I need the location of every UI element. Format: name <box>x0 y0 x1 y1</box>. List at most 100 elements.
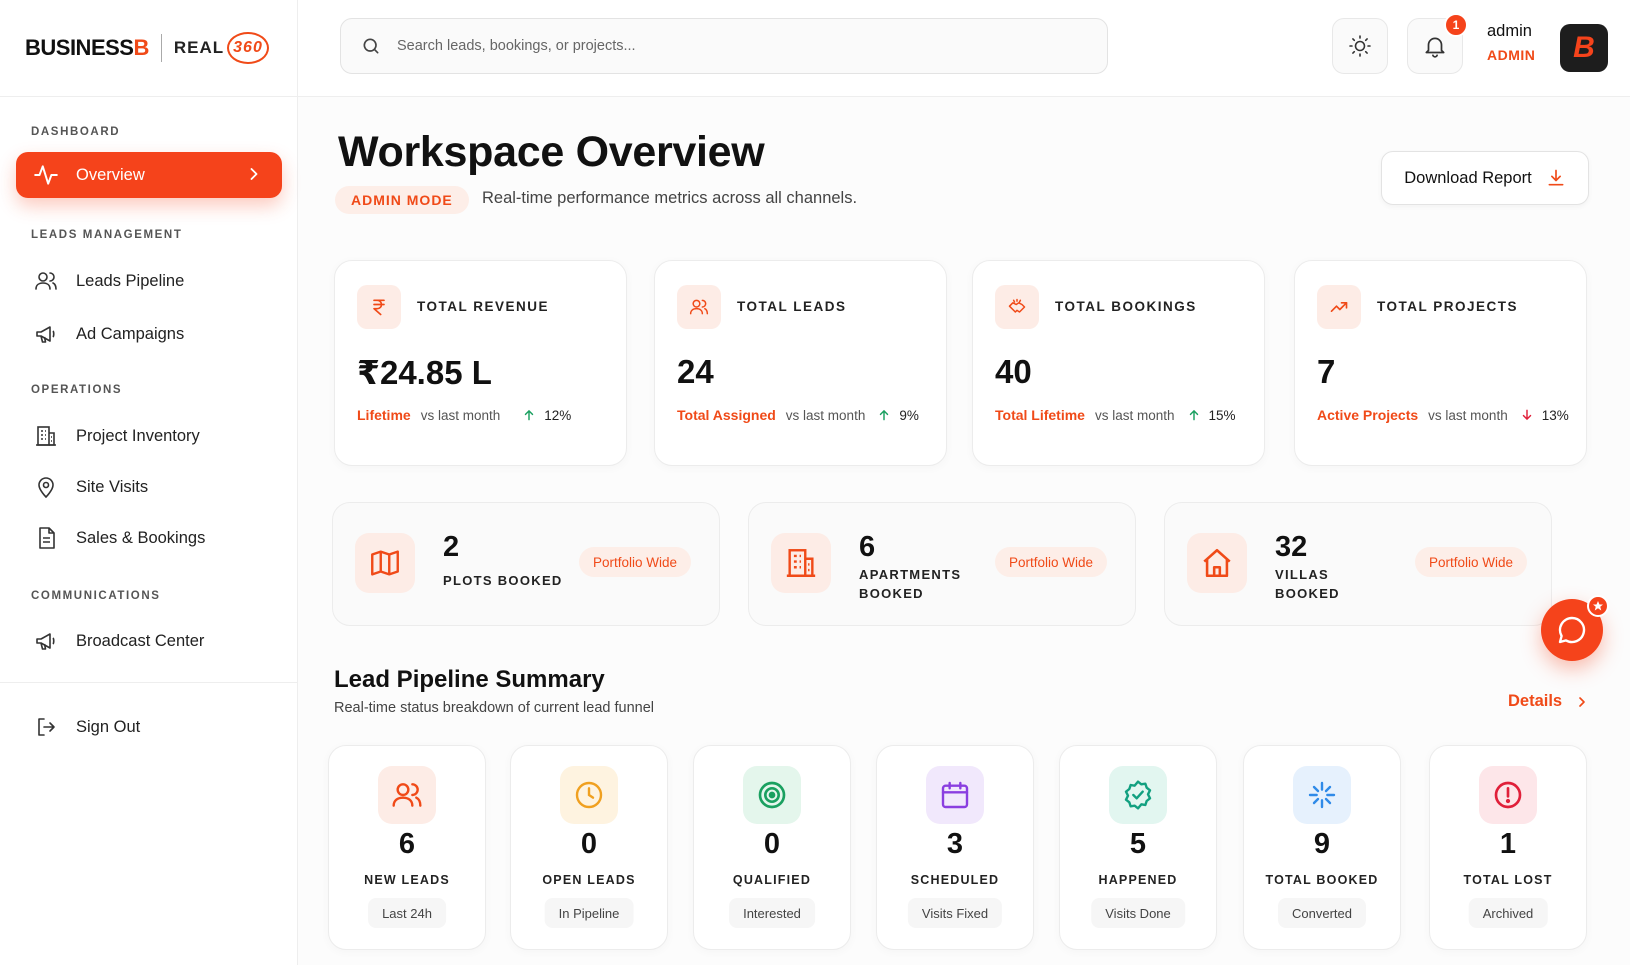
brand-logo[interactable]: BUSINESSB REAL 360 <box>0 0 297 97</box>
pipeline-value: 0 <box>763 828 781 860</box>
search-icon <box>361 36 381 56</box>
unit-card-villas[interactable]: 32 VILLAS BOOKED Portfolio Wide <box>1164 502 1552 626</box>
user-name: admin <box>1487 22 1532 40</box>
arrow-up-icon <box>524 409 534 421</box>
stat-card-projects[interactable]: TOTAL PROJECTS 7 Active Projects vs last… <box>1294 260 1587 466</box>
stat-card-leads[interactable]: TOTAL LEADS 24 Total Assigned vs last mo… <box>654 260 947 466</box>
pipeline-label: OPEN LEADS <box>542 873 636 887</box>
stat-value: 7 <box>1317 353 1336 390</box>
target-icon <box>743 766 801 824</box>
pipeline-sub: Visits Fixed <box>907 898 1003 928</box>
stat-tag: Active Projects <box>1317 407 1419 423</box>
pipeline-label: TOTAL BOOKED <box>1265 873 1379 887</box>
stat-value: 24 <box>677 353 714 390</box>
sun-icon <box>1348 34 1372 58</box>
search-bar[interactable] <box>340 18 1108 74</box>
unit-label: APARTMENTS BOOKED <box>859 567 962 601</box>
stat-footer: Lifetime vs last month 12% <box>357 407 571 423</box>
sidebar-item-label: Leads Pipeline <box>76 271 185 290</box>
sidebar-item-label: Sales & Bookings <box>76 528 206 547</box>
stat-label: TOTAL PROJECTS <box>1377 299 1519 314</box>
pipeline-sub: In Pipeline <box>544 898 634 928</box>
notifications-button[interactable]: 1 <box>1407 13 1468 74</box>
stat-vs: vs last month <box>1094 407 1175 423</box>
pipeline-card-scheduled[interactable]: 3 SCHEDULED Visits Fixed <box>876 745 1034 950</box>
download-label: Download Report <box>1404 168 1532 187</box>
rupee-icon <box>357 285 401 329</box>
sparkle-icon <box>1293 766 1351 824</box>
pipeline-label: TOTAL LOST <box>1463 873 1553 887</box>
notification-badge: 1 <box>1444 13 1468 37</box>
search-input[interactable] <box>397 38 1037 54</box>
users-icon <box>32 267 60 295</box>
sidebar-item-leads-pipeline[interactable]: Leads Pipeline <box>16 258 282 304</box>
unit-pill: Portfolio Wide <box>1415 547 1528 577</box>
sidebar-item-ad-campaigns[interactable]: Ad Campaigns <box>16 311 282 357</box>
sidebar-item-overview[interactable]: Overview <box>16 152 282 198</box>
unit-value: 6 <box>859 531 876 563</box>
pipeline-card-qualified[interactable]: 0 QUALIFIED Interested <box>693 745 851 950</box>
sidebar-item-label: Project Inventory <box>76 426 200 445</box>
map-pin-icon <box>32 473 60 501</box>
sidebar-item-site-visits[interactable]: Site Visits <box>16 464 282 510</box>
megaphone-icon <box>32 320 60 348</box>
pipeline-card-open-leads[interactable]: 0 OPEN LEADS In Pipeline <box>510 745 668 950</box>
stat-card-bookings[interactable]: TOTAL BOOKINGS 40 Total Lifetime vs last… <box>972 260 1265 466</box>
download-report-button[interactable]: Download Report <box>1381 151 1589 205</box>
stat-change: 13% <box>1520 408 1569 423</box>
details-link[interactable]: Details <box>1508 692 1590 711</box>
nav-section-dashboard: DASHBOARD <box>31 126 121 138</box>
unit-card-plots[interactable]: 2 PLOTS BOOKED Portfolio Wide <box>332 502 720 626</box>
stat-vs: vs last month <box>785 407 866 423</box>
home-icon <box>1187 533 1247 593</box>
pipeline-card-total-lost[interactable]: 1 TOTAL LOST Archived <box>1429 745 1587 950</box>
pipeline-sub: Converted <box>1278 898 1366 928</box>
arrow-up-icon <box>1189 409 1198 421</box>
sidebar-item-label: Overview <box>76 165 145 184</box>
theme-toggle-button[interactable] <box>1332 18 1388 74</box>
sign-out-button[interactable]: Sign Out <box>16 704 282 750</box>
pipeline-card-happened[interactable]: 5 HAPPENED Visits Done <box>1059 745 1217 950</box>
megaphone-icon <box>32 627 60 655</box>
user-info[interactable]: admin ADMIN <box>1487 22 1535 63</box>
pipeline-card-new-leads[interactable]: 6 NEW LEADS Last 24h <box>328 745 486 950</box>
sidebar-item-sales-bookings[interactable]: Sales & Bookings <box>16 515 282 561</box>
pipeline-sub: Last 24h <box>368 898 446 928</box>
sidebar-item-broadcast-center[interactable]: Broadcast Center <box>16 618 282 664</box>
topbar: 1 admin ADMIN B <box>298 0 1630 97</box>
star-icon <box>1587 595 1609 617</box>
brand-real360: REAL 360 <box>174 32 269 64</box>
stat-label: TOTAL LEADS <box>737 299 847 314</box>
pipeline-subtitle: Real-time status breakdown of current le… <box>334 700 654 716</box>
stat-label: TOTAL BOOKINGS <box>1055 299 1197 314</box>
sidebar-divider <box>0 682 298 683</box>
stat-card-revenue[interactable]: TOTAL REVENUE ₹24.85 L Lifetime vs last … <box>334 260 627 466</box>
pipeline-label: SCHEDULED <box>910 873 1000 887</box>
logout-icon <box>32 713 60 741</box>
pipeline-sub: Archived <box>1468 898 1548 928</box>
download-icon <box>1532 168 1566 188</box>
arrow-down-icon <box>1522 409 1531 421</box>
pulse-icon <box>32 161 60 189</box>
pipeline-card-total-booked[interactable]: 9 TOTAL BOOKED Converted <box>1243 745 1401 950</box>
pipeline-value: 3 <box>946 828 964 860</box>
pipeline-label: NEW LEADS <box>364 873 450 887</box>
map-icon <box>355 533 415 593</box>
unit-value: 2 <box>443 531 460 563</box>
users-icon <box>677 285 721 329</box>
stat-footer: Total Assigned vs last month 9% <box>677 407 919 423</box>
stat-change: 12% <box>522 408 571 423</box>
users-icon <box>378 766 436 824</box>
unit-card-apartments[interactable]: 6 APARTMENTS BOOKED Portfolio Wide <box>748 502 1136 626</box>
trending-up-icon <box>1317 285 1361 329</box>
alert-circle-icon <box>1479 766 1537 824</box>
nav-section-operations: OPERATIONS <box>31 384 123 396</box>
unit-value: 32 <box>1275 531 1308 563</box>
apartment-icon <box>771 533 831 593</box>
avatar[interactable]: B <box>1560 24 1608 72</box>
pipeline-value: 0 <box>580 828 598 860</box>
chat-fab-button[interactable] <box>1541 595 1609 661</box>
sidebar-item-project-inventory[interactable]: Project Inventory <box>16 413 282 459</box>
pipeline-title: Lead Pipeline Summary <box>334 666 605 693</box>
unit-pill: Portfolio Wide <box>995 547 1108 577</box>
